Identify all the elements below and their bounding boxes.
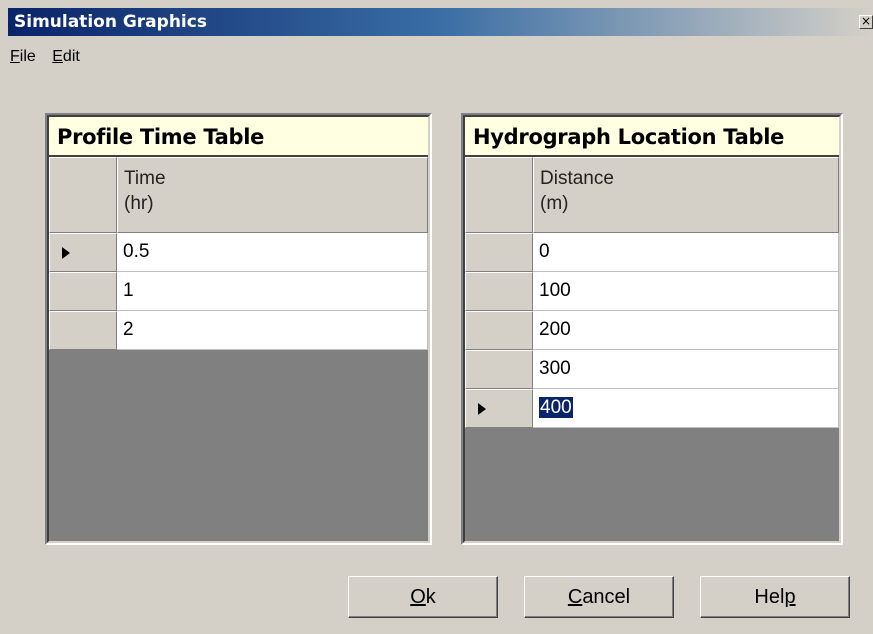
table-cell[interactable]: 0.5 (117, 233, 428, 272)
row-indicator[interactable] (465, 233, 533, 272)
profile-grid: Time (hr) 0.5 1 2 (49, 157, 428, 350)
table-cell[interactable]: 200 (533, 311, 839, 350)
table-row[interactable]: 200 (465, 311, 839, 350)
row-indicator[interactable] (465, 350, 533, 389)
current-row-arrow-icon (62, 247, 70, 259)
row-indicator[interactable] (49, 311, 117, 350)
menu-edit[interactable]: Edit (52, 48, 80, 66)
cancel-button[interactable]: Cancel (524, 576, 674, 618)
row-header-corner (465, 157, 533, 233)
row-indicator[interactable] (465, 389, 533, 428)
table-cell[interactable]: 1 (117, 272, 428, 311)
hydrograph-location-table: Hydrograph Location Table Distance (m) 0… (461, 113, 843, 545)
table-row[interactable]: 2 (49, 311, 428, 350)
hydrograph-header-row: Distance (m) (465, 157, 839, 233)
window-title: Simulation Graphics (14, 12, 207, 32)
row-indicator[interactable] (49, 272, 117, 311)
table-row[interactable]: 400 (465, 389, 839, 428)
title-bar: Simulation Graphics × (8, 8, 873, 36)
menu-bar: File Edit (10, 48, 92, 70)
row-indicator[interactable] (465, 272, 533, 311)
table-row[interactable]: 300 (465, 350, 839, 389)
ok-button[interactable]: Ok (348, 576, 498, 618)
hydrograph-grid: Distance (m) 0 100 200 300 400 (465, 157, 839, 428)
table-row[interactable]: 0.5 (49, 233, 428, 272)
profile-table-caption: Profile Time Table (49, 117, 428, 157)
table-row[interactable]: 1 (49, 272, 428, 311)
help-button[interactable]: Help (700, 576, 850, 618)
table-cell[interactable]: 400 (533, 389, 839, 428)
row-header-corner (49, 157, 117, 233)
table-row[interactable]: 0 (465, 233, 839, 272)
menu-file[interactable]: File (10, 48, 36, 66)
profile-time-table: Profile Time Table Time (hr) 0.5 1 2 (45, 113, 432, 545)
row-indicator[interactable] (49, 233, 117, 272)
profile-header-row: Time (hr) (49, 157, 428, 233)
table-cell[interactable]: 300 (533, 350, 839, 389)
hydrograph-table-caption: Hydrograph Location Table (465, 117, 839, 157)
close-icon[interactable]: × (859, 15, 873, 29)
column-header-distance[interactable]: Distance (m) (533, 157, 839, 233)
row-indicator[interactable] (465, 311, 533, 350)
current-row-arrow-icon (478, 403, 486, 415)
table-cell[interactable]: 100 (533, 272, 839, 311)
table-cell[interactable]: 2 (117, 311, 428, 350)
table-row[interactable]: 100 (465, 272, 839, 311)
column-header-time[interactable]: Time (hr) (117, 157, 428, 233)
table-cell[interactable]: 0 (533, 233, 839, 272)
